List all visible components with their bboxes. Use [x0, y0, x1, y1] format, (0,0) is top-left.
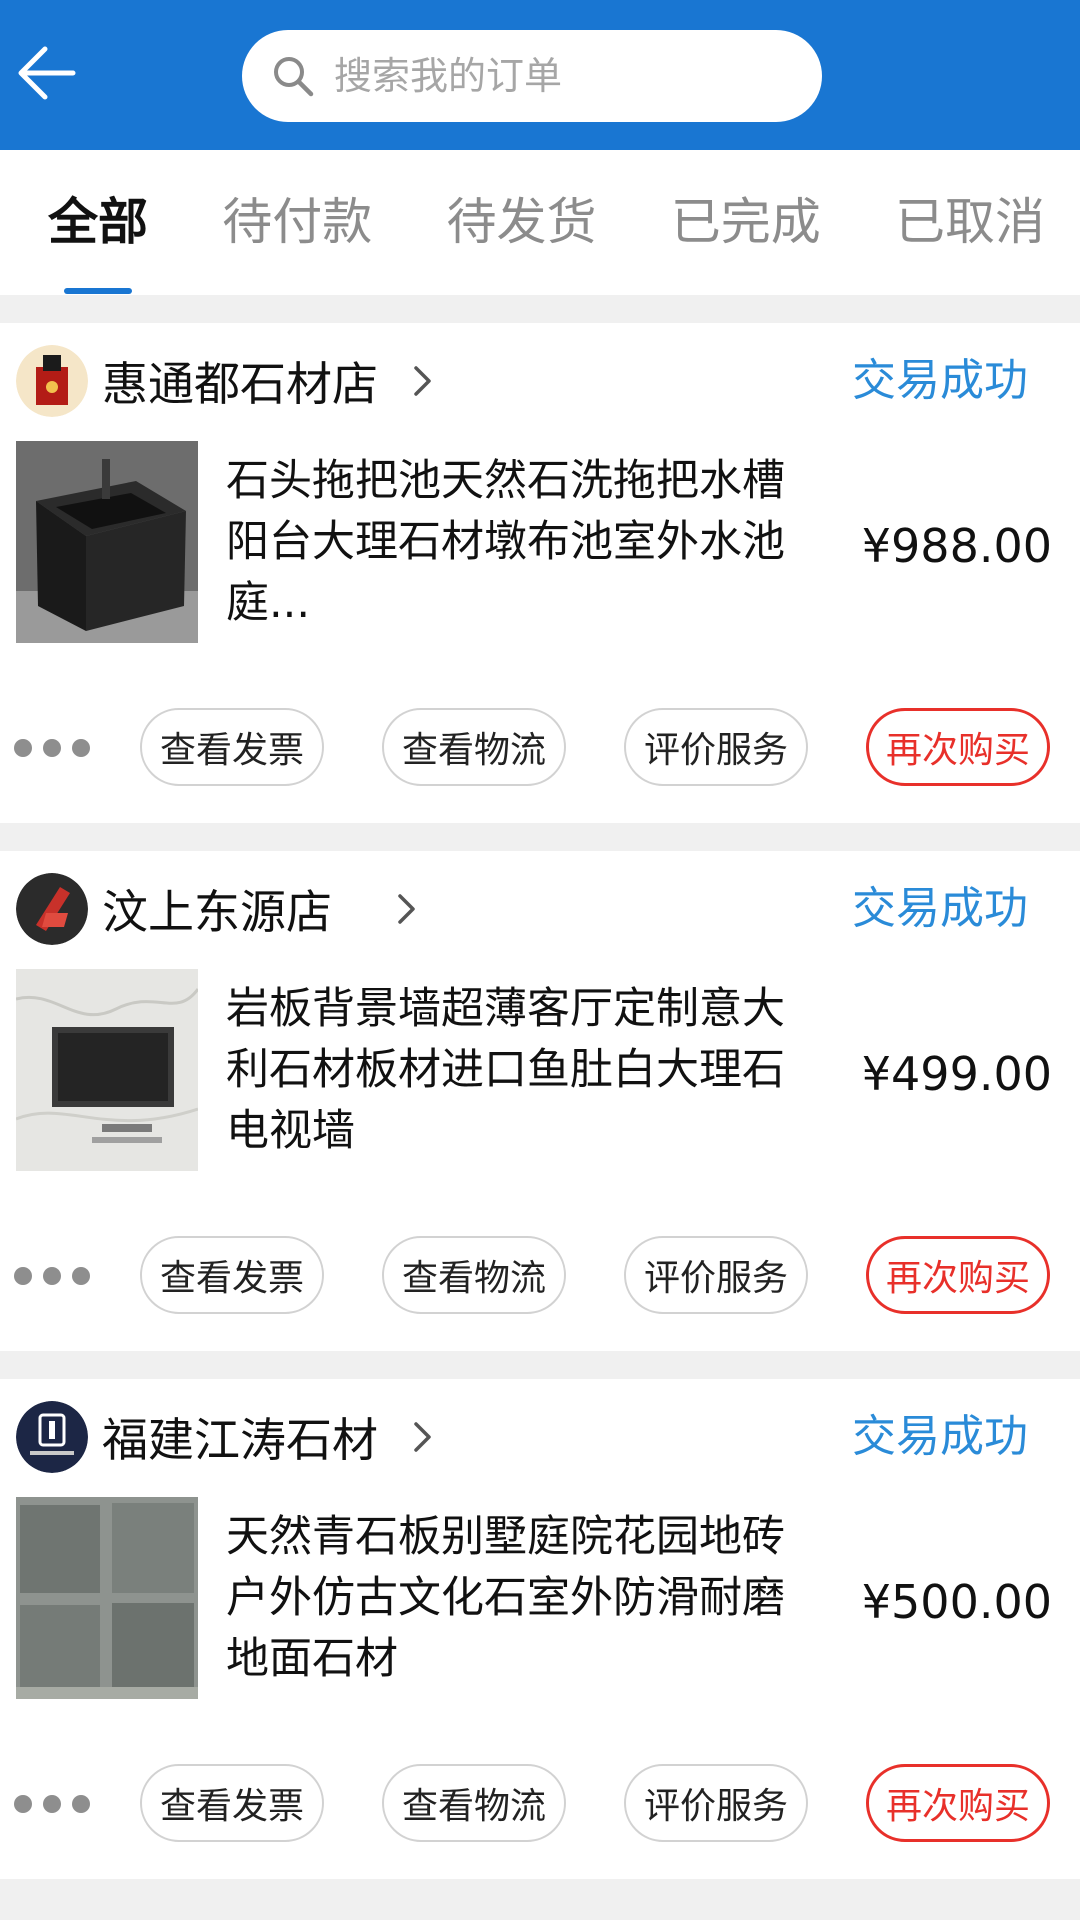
shop-header[interactable]: 汶上东源店 交易成功 [16, 869, 1056, 949]
separator [0, 295, 1080, 323]
dot [43, 1267, 61, 1285]
dot [14, 739, 32, 757]
tab-active-indicator [64, 287, 132, 294]
buy-again-button[interactable]: 再次购买 [866, 708, 1050, 786]
order-card: 汶上东源店 交易成功 岩板背景墙超薄客厅定制意大利石材板材进口鱼肚白大理石电视墙… [0, 851, 1080, 1351]
back-button[interactable] [12, 38, 82, 108]
view-logistics-button[interactable]: 查看物流 [382, 1236, 566, 1314]
buy-again-button[interactable]: 再次购买 [866, 1236, 1050, 1314]
tab-pending-shipment[interactable]: 待发货 [447, 182, 597, 264]
separator [0, 1879, 1080, 1920]
more-dots-icon[interactable] [14, 1260, 90, 1292]
view-invoice-button[interactable]: 查看发票 [140, 1236, 324, 1314]
order-card: 福建江涛石材 交易成功 天然青石板别墅庭院花园地砖户外仿古文化石室外防滑耐磨地面… [0, 1379, 1080, 1879]
product-image[interactable] [16, 1497, 198, 1699]
order-status: 交易成功 [852, 1411, 1028, 1462]
chevron-right-icon[interactable] [408, 1417, 438, 1457]
product-title[interactable]: 石头拖把池天然石洗拖把水槽阳台大理石材墩布池室外水池庭... [226, 451, 806, 634]
tab-label: 全部 [48, 192, 148, 251]
tab-label: 已取消 [895, 192, 1045, 251]
more-dots-icon[interactable] [14, 1788, 90, 1820]
tab-label: 待发货 [446, 192, 597, 251]
product-title[interactable]: 岩板背景墙超薄客厅定制意大利石材板材进口鱼肚白大理石电视墙 [226, 979, 806, 1162]
dot [43, 1795, 61, 1813]
dot [72, 1267, 90, 1285]
order-card: 惠通都石材店 交易成功 石头拖把池天然石洗拖把水槽阳台大理石材墩布池室外水池庭.… [0, 323, 1080, 823]
order-tabs: 全部 待付款 待发货 已完成 已取消 [0, 150, 1080, 295]
view-logistics-button[interactable]: 查看物流 [382, 1764, 566, 1842]
price: ¥499.00 [861, 1047, 1052, 1101]
search-input[interactable] [334, 54, 794, 98]
arrow-left-icon [18, 46, 76, 100]
shop-avatar [16, 1401, 88, 1473]
separator [0, 823, 1080, 851]
review-service-button[interactable]: 评价服务 [624, 1764, 808, 1842]
shop-avatar [16, 873, 88, 945]
dot [14, 1267, 32, 1285]
tab-pending-payment[interactable]: 待付款 [222, 182, 372, 264]
product-title[interactable]: 天然青石板别墅庭院花园地砖户外仿古文化石室外防滑耐磨地面石材 [226, 1507, 806, 1690]
tab-label: 已完成 [670, 192, 821, 251]
review-service-button[interactable]: 评价服务 [624, 1236, 808, 1314]
chevron-right-icon[interactable] [392, 889, 422, 929]
order-actions: 查看发票 查看物流 评价服务 再次购买 [0, 1764, 1080, 1844]
shop-header[interactable]: 惠通都石材店 交易成功 [16, 341, 1056, 421]
shop-header[interactable]: 福建江涛石材 交易成功 [16, 1397, 1056, 1477]
search-box[interactable] [242, 30, 822, 122]
tab-label: 待付款 [222, 192, 373, 251]
buy-again-button[interactable]: 再次购买 [866, 1764, 1050, 1842]
dot [14, 1795, 32, 1813]
order-actions: 查看发票 查看物流 评价服务 再次购买 [0, 1236, 1080, 1316]
order-actions: 查看发票 查看物流 评价服务 再次购买 [0, 708, 1080, 788]
search-icon [268, 51, 318, 101]
chevron-right-icon[interactable] [408, 361, 438, 401]
price: ¥500.00 [861, 1575, 1052, 1629]
dot [72, 1795, 90, 1813]
dot [43, 739, 61, 757]
review-service-button[interactable]: 评价服务 [624, 708, 808, 786]
price: ¥988.00 [861, 519, 1052, 573]
view-invoice-button[interactable]: 查看发票 [140, 708, 324, 786]
tab-all[interactable]: 全部 [48, 182, 148, 294]
top-bar [0, 0, 1080, 150]
more-dots-icon[interactable] [14, 732, 90, 764]
tab-cancelled[interactable]: 已取消 [895, 182, 1045, 264]
shop-name[interactable]: 福建江涛石材 [102, 1404, 378, 1470]
tab-completed[interactable]: 已完成 [671, 182, 821, 264]
shop-avatar [16, 345, 88, 417]
product-image[interactable] [16, 969, 198, 1171]
order-status: 交易成功 [852, 883, 1028, 934]
shop-name[interactable]: 汶上东源店 [102, 876, 332, 942]
order-status: 交易成功 [852, 355, 1028, 406]
dot [72, 739, 90, 757]
product-image[interactable] [16, 441, 198, 643]
separator [0, 1351, 1080, 1379]
view-logistics-button[interactable]: 查看物流 [382, 708, 566, 786]
view-invoice-button[interactable]: 查看发票 [140, 1764, 324, 1842]
shop-name[interactable]: 惠通都石材店 [102, 348, 378, 414]
